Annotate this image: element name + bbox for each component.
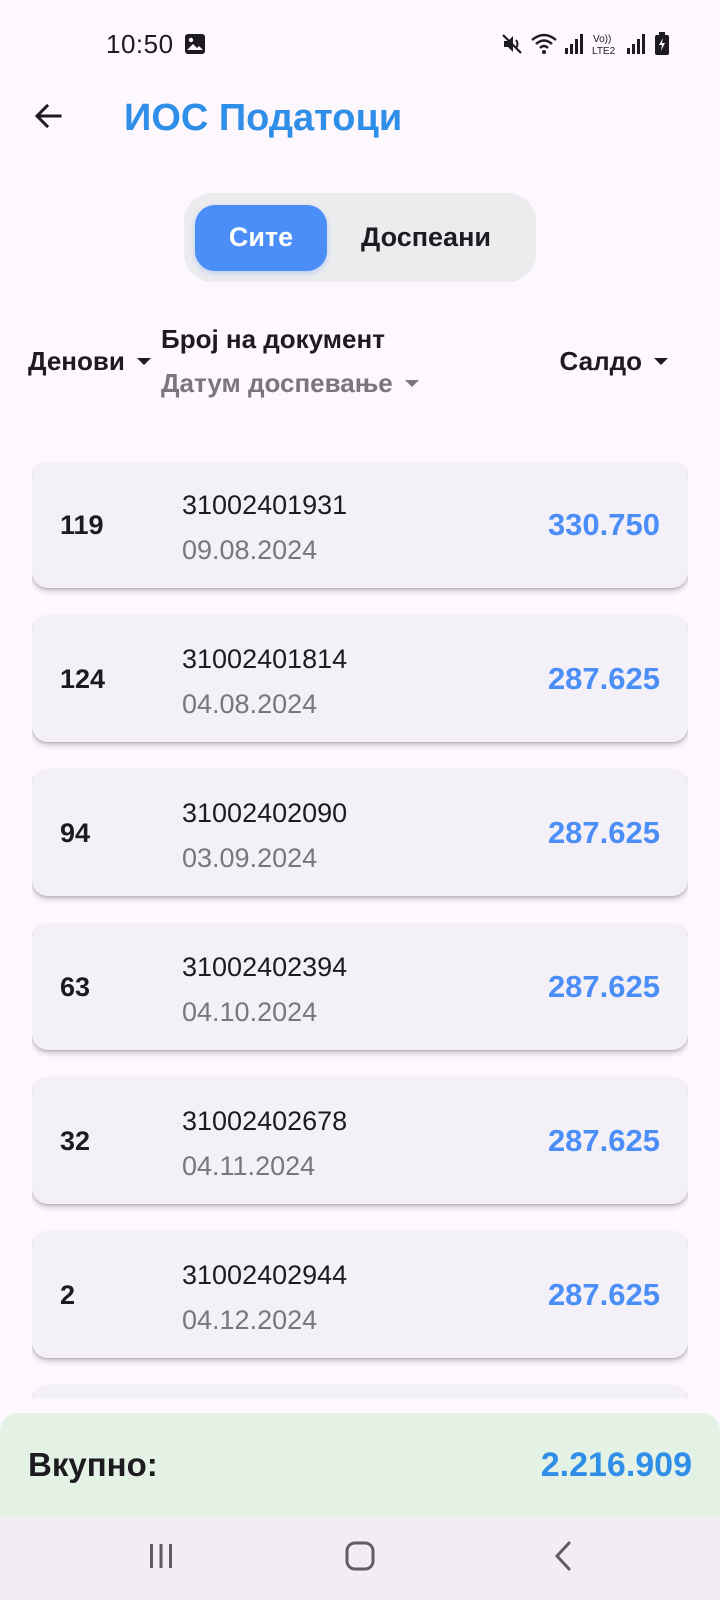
status-bar: 10:50 Vo)) LTE2: [0, 0, 720, 88]
recent-apps-icon: [147, 1542, 175, 1575]
list-item[interactable]: 119 31002401931 09.08.2024 330.750: [32, 462, 688, 588]
status-time: 10:50: [106, 28, 174, 59]
sort-balance-label: Салдо: [559, 346, 642, 376]
chevron-left-icon: [551, 1540, 575, 1577]
home-button[interactable]: [320, 1517, 400, 1600]
list-item[interactable]: 32 31002402678 04.11.2024 287.625: [32, 1078, 688, 1204]
item-days: 124: [60, 663, 106, 694]
item-document-number: 31002402944: [182, 1260, 348, 1290]
list-item[interactable]: 94 31002402090 03.09.2024 287.625: [32, 770, 688, 896]
total-label: Вкупно:: [28, 1446, 158, 1483]
status-icons: Vo)) LTE2: [500, 32, 670, 56]
list-item[interactable]: 124 31002401814 04.08.2024 287.625: [32, 616, 688, 742]
app-bar: ИОС Податоци: [0, 80, 720, 156]
filter-all-button[interactable]: Сите: [195, 204, 327, 271]
item-amount: 287.625: [547, 1277, 660, 1312]
system-back-button[interactable]: [523, 1517, 603, 1600]
svg-text:Vo)): Vo)): [593, 34, 611, 45]
filter-toggle: Сите Доспеани: [184, 193, 536, 282]
mute-icon: [500, 32, 524, 56]
item-days: 32: [60, 1125, 91, 1156]
caret-down-icon: [404, 380, 419, 387]
document-column-label: Број на документ: [161, 324, 385, 354]
item-due-date: 04.12.2024: [182, 1305, 318, 1335]
caret-down-icon: [654, 358, 668, 365]
sort-days-label: Денови: [28, 346, 125, 376]
page-title: ИОС Податоци: [124, 96, 403, 139]
total-bar: Вкупно: 2.216.909: [0, 1413, 720, 1517]
item-amount: 287.625: [547, 661, 660, 696]
gallery-icon: [184, 33, 206, 55]
sort-due-date-label: Датум доспевање: [161, 368, 393, 398]
item-days: 94: [60, 817, 91, 848]
sort-days-button[interactable]: Денови: [28, 346, 151, 377]
signal-icon: [564, 33, 586, 55]
home-icon: [344, 1540, 376, 1577]
volte-icon: Vo)) LTE2: [592, 32, 620, 56]
item-days: 63: [60, 971, 91, 1002]
item-days: 119: [60, 509, 104, 540]
arrow-left-icon: [32, 100, 64, 137]
battery-icon: [654, 32, 670, 56]
item-days: 2: [60, 1279, 76, 1310]
item-document-number: 31002401931: [182, 490, 348, 520]
svg-text:LTE2: LTE2: [592, 46, 616, 56]
total-value: 2.216.909: [540, 1445, 692, 1484]
system-nav-bar: [0, 1517, 720, 1600]
item-amount: 330.750: [547, 507, 660, 542]
document-list[interactable]: 119 31002401931 09.08.2024 330.750 124 3…: [32, 462, 688, 1398]
sort-header: Денови Број на документ Датум доспевање …: [0, 322, 720, 412]
signal-icon: [626, 33, 648, 55]
list-item-partial[interactable]: [32, 1386, 688, 1398]
filter-due-button[interactable]: Доспеани: [327, 205, 525, 271]
item-amount: 287.625: [547, 815, 660, 850]
sort-balance-button[interactable]: Салдо: [560, 346, 668, 377]
item-due-date: 04.11.2024: [182, 1151, 316, 1181]
item-document-number: 31002402090: [182, 798, 348, 828]
item-document-number: 31002402394: [182, 952, 348, 982]
list-item[interactable]: 2 31002402944 04.12.2024 287.625: [32, 1232, 688, 1358]
item-document-number: 31002402678: [182, 1106, 348, 1136]
item-document-number: 31002401814: [182, 644, 348, 674]
item-due-date: 09.08.2024: [182, 535, 318, 565]
item-due-date: 04.10.2024: [182, 997, 318, 1027]
caret-down-icon: [136, 358, 151, 365]
item-due-date: 03.09.2024: [182, 843, 318, 873]
sort-due-date-button[interactable]: Датум доспевање: [161, 368, 419, 399]
item-amount: 287.625: [547, 969, 660, 1004]
wifi-icon: [530, 32, 558, 56]
recent-apps-button[interactable]: [121, 1517, 201, 1600]
back-button[interactable]: [18, 88, 78, 148]
item-due-date: 04.08.2024: [182, 689, 318, 719]
list-item[interactable]: 63 31002402394 04.10.2024 287.625: [32, 924, 688, 1050]
item-amount: 287.625: [547, 1123, 660, 1158]
